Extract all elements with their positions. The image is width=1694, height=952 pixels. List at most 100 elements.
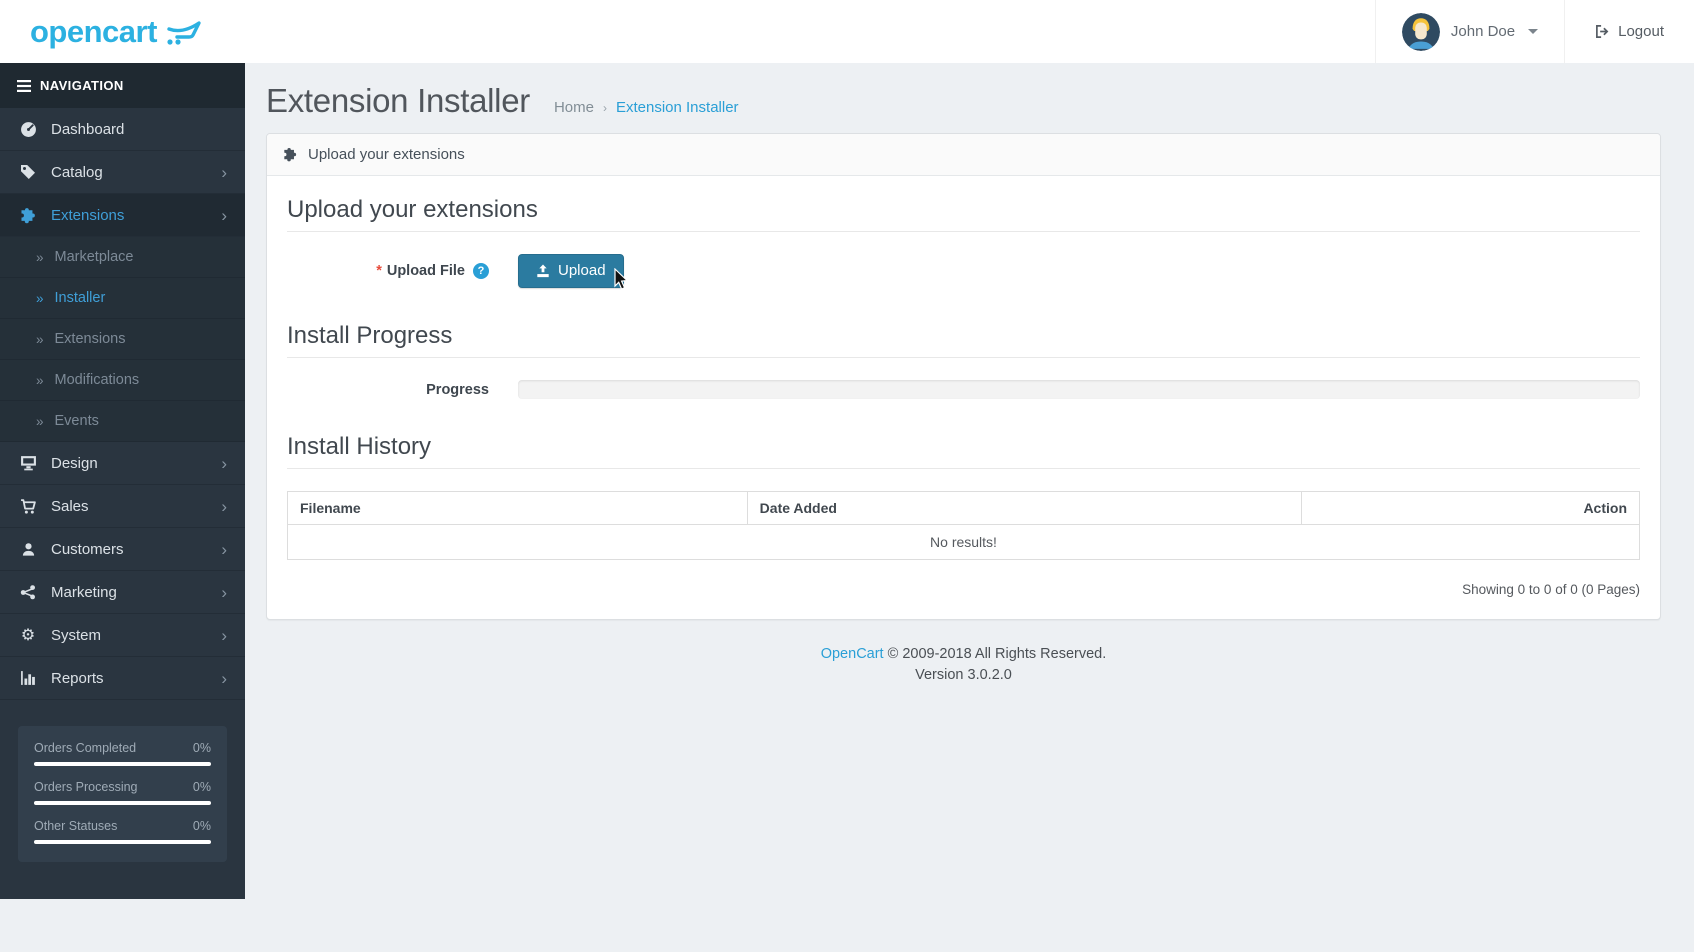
install-history-table: Filename Date Added Action No results! xyxy=(287,491,1641,560)
header-right: John Doe Logout xyxy=(1374,0,1694,63)
opencart-admin-page: opencart John Doe Logout NAVIGATION Dash… xyxy=(0,0,1694,952)
upload-icon xyxy=(536,263,550,278)
column-header-action: Action xyxy=(1300,491,1641,525)
chevron-right-icon: › xyxy=(221,453,227,473)
dashboard-icon xyxy=(18,121,38,138)
results-summary: Showing 0 to 0 of 0 (0 Pages) xyxy=(1462,582,1640,597)
puzzle-icon xyxy=(283,147,298,162)
sidebar-item-dashboard[interactable]: Dashboard xyxy=(0,108,245,151)
sidebar-item-design[interactable]: Design › xyxy=(0,442,245,485)
sidebar-item-customers[interactable]: Customers › xyxy=(0,528,245,571)
chevron-right-icon: › xyxy=(221,539,227,559)
breadcrumb-current[interactable]: Extension Installer xyxy=(616,99,739,116)
panel-heading-title: Upload your extensions xyxy=(308,146,465,163)
sidebar-item-modifications[interactable]: » Modifications xyxy=(0,360,245,401)
double-chevron-icon: » xyxy=(36,372,44,388)
sidebar-item-extensions-sub[interactable]: » Extensions xyxy=(0,319,245,360)
upload-button[interactable]: Upload xyxy=(518,254,628,290)
copyright-line: OpenCart © 2009-2018 All Rights Reserved… xyxy=(820,646,1107,662)
column-header-date-added: Date Added xyxy=(746,491,1302,525)
stat-orders-completed: Orders Completed 0% xyxy=(34,741,211,766)
user-icon xyxy=(18,542,38,557)
upload-file-label: * Upload File ? xyxy=(287,263,518,279)
progress-label: Progress xyxy=(426,381,489,398)
stat-progress-bar xyxy=(34,762,211,766)
sidebar-item-marketing[interactable]: Marketing › xyxy=(0,571,245,614)
chevron-right-icon: › xyxy=(221,625,227,645)
progress-section-title: Install Progress xyxy=(287,322,1640,358)
opencart-logo[interactable]: opencart xyxy=(30,16,203,47)
table-empty-row: No results! xyxy=(287,524,1640,560)
menu-bars-icon xyxy=(17,79,31,92)
double-chevron-icon: » xyxy=(36,331,44,347)
logout-icon xyxy=(1595,24,1610,39)
install-progress-bar xyxy=(518,380,1640,399)
column-header-filename: Filename xyxy=(287,491,748,525)
double-chevron-icon: » xyxy=(36,249,44,265)
sidebar-item-reports[interactable]: Reports › xyxy=(0,657,245,700)
chevron-right-icon: › xyxy=(221,162,227,182)
panel-heading: Upload your extensions xyxy=(267,134,1660,176)
breadcrumb: Home › Extension Installer xyxy=(554,99,739,116)
sidebar-item-sales[interactable]: Sales › xyxy=(0,485,245,528)
stat-progress-bar xyxy=(34,840,211,844)
sidebar: NAVIGATION Dashboard Catalog › Extension… xyxy=(0,63,245,899)
sidebar-item-events[interactable]: » Events xyxy=(0,401,245,442)
no-results-cell: No results! xyxy=(287,524,1640,560)
logout-label: Logout xyxy=(1618,23,1664,40)
tag-icon xyxy=(18,164,38,180)
opencart-cart-icon xyxy=(163,19,203,45)
double-chevron-icon: » xyxy=(36,290,44,306)
stat-progress-bar xyxy=(34,801,211,805)
stat-orders-processing: Orders Processing 0% xyxy=(34,780,211,805)
upload-control: Upload xyxy=(518,254,1640,290)
puzzle-icon xyxy=(18,207,38,224)
avatar xyxy=(1401,12,1440,51)
sidebar-item-catalog[interactable]: Catalog › xyxy=(0,151,245,194)
monitor-icon xyxy=(18,455,38,471)
user-name: John Doe xyxy=(1450,23,1516,40)
required-mark: * xyxy=(376,263,382,279)
opencart-logo-text: opencart xyxy=(30,14,157,49)
sidebar-item-extensions[interactable]: Extensions › xyxy=(0,194,245,237)
sidebar-menu: Dashboard Catalog › Extensions › » Marke… xyxy=(0,108,245,700)
version-line: Version 3.0.2.0 xyxy=(915,667,1012,684)
user-menu[interactable]: John Doe xyxy=(1374,0,1566,63)
stat-label: Orders Processing xyxy=(34,780,138,794)
chevron-right-icon: › xyxy=(221,668,227,688)
share-icon xyxy=(18,584,38,600)
chevron-right-icon: › xyxy=(221,496,227,516)
page-header: Extension Installer Home › Extension Ins… xyxy=(266,82,1661,120)
history-section-title: Install History xyxy=(287,433,1640,469)
bar-chart-icon xyxy=(18,670,38,686)
opencart-footer-link[interactable]: OpenCart xyxy=(821,646,884,662)
stat-other-statuses: Other Statuses 0% xyxy=(34,819,211,844)
top-header: opencart John Doe Logout xyxy=(0,0,1694,63)
page-footer: OpenCart © 2009-2018 All Rights Reserved… xyxy=(266,644,1661,686)
table-header-row: Filename Date Added Action xyxy=(287,491,1641,525)
sidebar-item-marketplace[interactable]: » Marketplace xyxy=(0,237,245,278)
sidebar-item-installer[interactable]: » Installer xyxy=(0,278,245,319)
breadcrumb-separator-icon: › xyxy=(602,100,607,115)
stat-value: 0% xyxy=(192,741,211,755)
sidebar-stats: Orders Completed 0% Orders Processing 0% xyxy=(18,726,227,862)
upload-file-row: * Upload File ? Upload xyxy=(287,254,1640,290)
chevron-right-icon: › xyxy=(221,582,227,602)
help-icon[interactable]: ? xyxy=(473,263,489,279)
progress-row: Progress xyxy=(287,380,1640,399)
breadcrumb-home[interactable]: Home xyxy=(554,99,594,116)
sidebar-column: NAVIGATION Dashboard Catalog › Extension… xyxy=(0,63,245,952)
stat-label: Other Statuses xyxy=(34,819,118,833)
page-title: Extension Installer xyxy=(266,82,530,119)
panel-body: Upload your extensions * Upload File ? U… xyxy=(267,176,1660,619)
installer-panel: Upload your extensions Upload your exten… xyxy=(266,133,1661,620)
main-content: Extension Installer Home › Extension Ins… xyxy=(245,63,1694,952)
chevron-right-icon: › xyxy=(221,205,227,225)
stat-value: 0% xyxy=(192,780,211,794)
stat-label: Orders Completed xyxy=(34,741,137,755)
double-chevron-icon: » xyxy=(36,413,44,429)
logout-button[interactable]: Logout xyxy=(1565,0,1694,63)
sidebar-item-system[interactable]: ⚙ System › xyxy=(0,614,245,657)
stat-value: 0% xyxy=(192,819,211,833)
gear-icon: ⚙ xyxy=(20,627,36,644)
